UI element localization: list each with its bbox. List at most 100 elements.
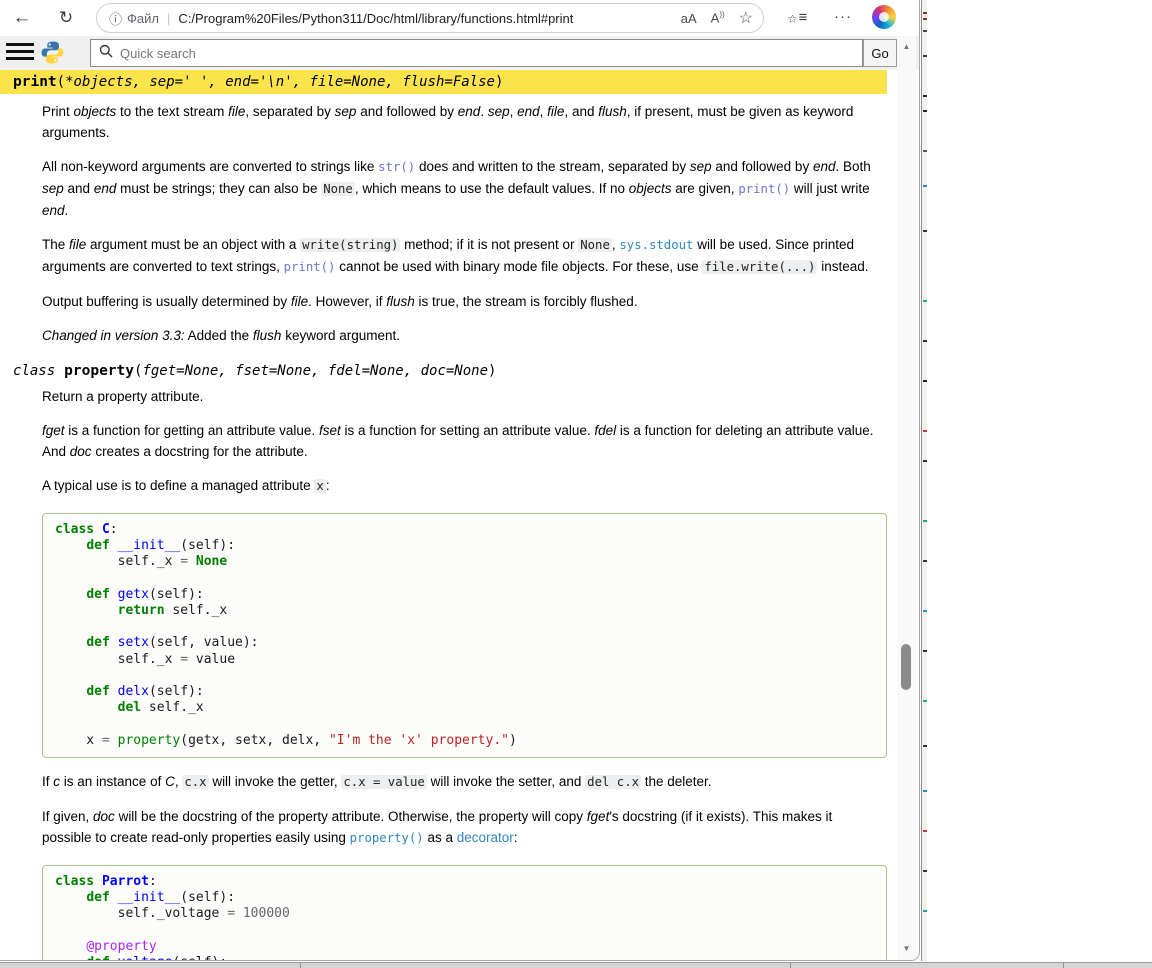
- copilot-icon[interactable]: [872, 5, 896, 29]
- scroll-down-icon[interactable]: ▼: [897, 940, 916, 957]
- text-segment: instead.: [817, 259, 868, 274]
- text-segment: Added the: [185, 328, 253, 343]
- text-segment: end: [813, 159, 836, 174]
- text-segment: and followed by: [712, 159, 813, 174]
- window-edge-speck: [923, 230, 927, 232]
- doc-link[interactable]: str(): [378, 160, 415, 174]
- screen: ← ↻ ⓘ Файл | C:/Program%20Files/Python31…: [0, 0, 1152, 968]
- taskbar-divider: [300, 963, 301, 968]
- window-edge-speck: [923, 12, 927, 14]
- text-segment: and followed by: [356, 104, 457, 119]
- text-segment: Output buffering is usually determined b…: [42, 294, 291, 309]
- text-segment: A typical use is to define a managed att…: [42, 478, 314, 493]
- doc-link[interactable]: print(): [284, 260, 336, 274]
- code-line: [55, 619, 874, 635]
- code-line: @property: [55, 939, 874, 955]
- doc-link[interactable]: print(): [738, 182, 790, 196]
- print-description: Print objects to the text stream file , s…: [42, 101, 883, 346]
- paragraph: Print objects to the text stream file, s…: [42, 101, 883, 143]
- text-segment: is a function for setting an attribute v…: [341, 423, 595, 438]
- text-segment: end: [517, 104, 540, 119]
- go-button[interactable]: Go: [863, 39, 897, 67]
- paragraph: The file argument must be an object with…: [42, 234, 883, 278]
- translate-icon[interactable]: aA: [681, 11, 697, 26]
- window-edge-speck: [923, 95, 927, 97]
- code-line: self._voltage = 100000: [55, 906, 874, 922]
- text-segment: to the text stream: [116, 104, 228, 119]
- doc-link[interactable]: sys.stdout: [619, 238, 693, 252]
- quick-search-input[interactable]: [120, 46, 862, 61]
- site-info-icon[interactable]: ⓘ: [109, 9, 122, 28]
- address-separator: |: [167, 11, 170, 26]
- inline-code: file.write(...): [702, 260, 817, 274]
- browser-window: ← ↻ ⓘ Файл | C:/Program%20Files/Python31…: [0, 0, 920, 961]
- text-segment: doc: [93, 809, 115, 824]
- version-changed-note: Changed in version 3.3: Added the flush …: [42, 325, 883, 346]
- paragraph: A typical use is to define a managed att…: [42, 475, 883, 497]
- url-text: C:/Program%20Files/Python311/Doc/html/li…: [178, 11, 666, 26]
- text-segment: sep: [690, 159, 712, 174]
- code-line: class C:: [55, 522, 874, 538]
- inline-code: None: [321, 182, 355, 196]
- read-aloud-icon[interactable]: A)): [711, 10, 725, 25]
- doc-link[interactable]: property(): [350, 831, 424, 845]
- text-segment: If: [42, 774, 53, 789]
- text-segment: flush: [598, 104, 627, 119]
- window-edge-speck: [923, 460, 927, 462]
- window-edge-speck: [923, 790, 927, 792]
- browser-toolbar: ← ↻ ⓘ Файл | C:/Program%20Files/Python31…: [0, 0, 919, 36]
- text-segment: keyword argument.: [281, 328, 400, 343]
- text-segment: , separated by: [245, 104, 334, 119]
- code-line: [55, 716, 874, 732]
- text-segment: is a function for getting an attribute v…: [65, 423, 319, 438]
- back-button[interactable]: ←: [8, 4, 36, 32]
- text-segment: , and: [564, 104, 598, 119]
- refresh-button[interactable]: ↻: [52, 4, 80, 32]
- window-edge-speck: [923, 150, 927, 152]
- text-segment: flush: [386, 294, 415, 309]
- python-logo-icon[interactable]: [40, 40, 65, 65]
- text-segment: will invoke the setter, and: [427, 774, 585, 789]
- settings-menu-icon[interactable]: ···: [830, 6, 856, 30]
- code-line: return self._x: [55, 603, 874, 619]
- address-bar[interactable]: ⓘ Файл | C:/Program%20Files/Python311/Do…: [96, 3, 764, 33]
- text-segment: objects: [629, 181, 672, 196]
- text-segment: will be the docstring of the property at…: [115, 809, 587, 824]
- text-segment: :: [514, 830, 518, 845]
- text-segment: argument must be an object with a: [86, 237, 300, 252]
- code-line: x = property(getx, setx, delx, "I'm the …: [55, 733, 874, 749]
- favorite-star-icon[interactable]: ☆: [739, 8, 753, 28]
- text-segment: sep: [335, 104, 357, 119]
- text-segment: file: [547, 104, 564, 119]
- scrollbar-thumb[interactable]: [901, 644, 911, 690]
- text-segment: fdel: [594, 423, 616, 438]
- doc-link[interactable]: decorator: [457, 830, 514, 845]
- text-segment: and: [64, 181, 94, 196]
- paragraph: fget is a function for getting an attrib…: [42, 420, 883, 462]
- code-line: [55, 922, 874, 938]
- text-segment: .: [65, 203, 69, 218]
- text-segment: are given,: [672, 181, 739, 196]
- window-edge-speck: [923, 18, 927, 20]
- window-edge-speck: [923, 745, 927, 747]
- text-segment: . Both: [835, 159, 870, 174]
- vertical-scrollbar[interactable]: ▲ ▼: [897, 36, 916, 961]
- doc-search-row: Go: [0, 36, 919, 70]
- code-line: def setx(self, value):: [55, 635, 874, 651]
- paragraph: If c is an instance of C, c.x will invok…: [42, 771, 883, 793]
- window-edge-speck: [923, 380, 927, 382]
- code-line: def voltage(self):: [55, 955, 874, 961]
- window-edge-speck: [923, 430, 927, 432]
- hamburger-menu-icon[interactable]: [6, 43, 34, 63]
- taskbar-divider: [1063, 963, 1064, 968]
- window-edge-speck: [923, 55, 927, 57]
- scroll-up-icon[interactable]: ▲: [897, 38, 916, 55]
- search-icon: [99, 44, 113, 63]
- paragraph: All non-keyword arguments are converted …: [42, 156, 883, 221]
- text-segment: end: [94, 181, 117, 196]
- text-segment: fget: [587, 809, 610, 824]
- collections-icon[interactable]: ≡☆: [790, 6, 816, 30]
- text-segment: Print: [42, 104, 74, 119]
- inline-code: x: [314, 479, 325, 493]
- text-segment: Return a property attribute.: [42, 389, 203, 404]
